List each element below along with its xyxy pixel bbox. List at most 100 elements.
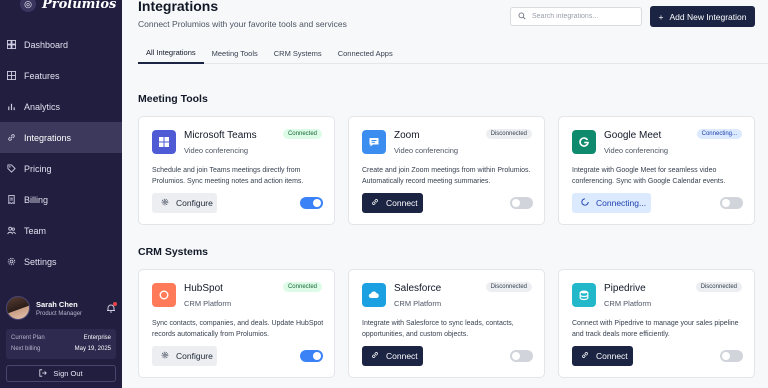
app-name: HubSpot [184, 283, 223, 294]
app-description: Create and join Zoom meetings from withi… [362, 167, 531, 185]
logo-icon: ◎ [20, 0, 36, 12]
status-badge: Disconnected [485, 282, 532, 292]
plan-label: Current Plan [11, 335, 45, 341]
configure-button[interactable]: Configure [152, 346, 217, 366]
integration-card-google-meet: Google Meet Video conferencing Connectin… [558, 116, 755, 225]
configure-label: Configure [176, 351, 213, 361]
spinner-icon [581, 198, 589, 208]
team-icon [6, 226, 16, 236]
cloud-icon [362, 283, 386, 307]
user-role: Product Manager [36, 310, 83, 317]
integration-toggle[interactable] [510, 197, 533, 209]
google-icon [572, 130, 596, 154]
integration-card-microsoft-teams: Microsoft Teams Video conferencing Conne… [138, 116, 335, 225]
app-category: CRM Platform [604, 299, 652, 308]
features-icon [6, 71, 16, 81]
nav-label: Settings [24, 256, 57, 267]
app-category: Video conferencing [394, 146, 459, 155]
sign-out-icon [39, 368, 48, 379]
bell-icon[interactable] [106, 302, 117, 313]
app-description: Connect with Pipedrive to manage your sa… [572, 320, 739, 338]
tab-meeting-tools[interactable]: Meeting Tools [204, 43, 266, 64]
integration-toggle[interactable] [720, 197, 743, 209]
nav-item-team[interactable]: Team [0, 215, 122, 246]
toggle-knob [313, 352, 321, 360]
integration-toggle[interactable] [300, 197, 323, 209]
database-icon [572, 283, 596, 307]
connect-button[interactable]: Connect [362, 193, 423, 213]
search-icon [518, 12, 526, 22]
teams-icon [152, 130, 176, 154]
integration-card-salesforce: Salesforce CRM Platform Disconnected Int… [348, 269, 545, 378]
billing-value: May 19, 2025 [74, 346, 111, 352]
nav-item-integrations[interactable]: Integrations [0, 122, 122, 153]
link-icon [6, 133, 16, 143]
nav-item-billing[interactable]: Billing [0, 184, 122, 215]
app-category: CRM Platform [184, 299, 232, 308]
integration-toggle[interactable] [720, 350, 743, 362]
nav-item-dashboard[interactable]: Dashboard [0, 29, 122, 60]
sign-out-button[interactable]: Sign Out [6, 365, 116, 382]
tab-all-integrations[interactable]: All Integrations [138, 43, 204, 64]
search-box[interactable] [510, 7, 642, 26]
link-icon [371, 198, 379, 208]
tab-crm-systems[interactable]: CRM Systems [266, 43, 330, 64]
nav-item-features[interactable]: Features [0, 60, 122, 91]
user-name: Sarah Chen [36, 299, 78, 309]
tab-connected-apps[interactable]: Connected Apps [330, 43, 401, 64]
app-name: Pipedrive [604, 283, 646, 294]
link-icon [371, 351, 379, 361]
configure-button[interactable]: Configure [152, 193, 217, 213]
gear-icon [6, 257, 16, 267]
connecting-button[interactable]: Connecting... [572, 193, 651, 213]
nav-label: Team [24, 225, 47, 236]
add-integration-button[interactable]: + Add New Integration [650, 6, 755, 27]
configure-label: Configure [176, 198, 213, 208]
toggle-knob [512, 199, 520, 207]
receipt-icon [6, 195, 16, 205]
app-name: Microsoft Teams [184, 130, 257, 141]
status-badge: Connected [282, 282, 322, 292]
sidebar-nav: Dashboard Features Analytics Integration… [0, 29, 122, 277]
connect-button[interactable]: Connect [362, 346, 423, 366]
app-description: Integrate with Salesforce to sync leads,… [362, 320, 514, 338]
app-category: Video conferencing [604, 146, 669, 155]
nav-label: Integrations [24, 132, 72, 143]
nav-item-analytics[interactable]: Analytics [0, 91, 122, 122]
app-category: Video conferencing [184, 146, 249, 155]
connect-button[interactable]: Connect [572, 346, 633, 366]
nav-label: Pricing [24, 163, 52, 174]
tabs: All Integrations Meeting Tools CRM Syste… [138, 43, 768, 64]
nav-label: Analytics [24, 101, 61, 112]
nav-label: Billing [24, 194, 49, 205]
app-description: Sync contacts, companies, and deals. Upd… [152, 320, 324, 338]
user-card: Sarah Chen Product Manager Current Plan … [6, 296, 117, 382]
chat-icon [362, 130, 386, 154]
connecting-label: Connecting... [596, 198, 647, 208]
status-badge: Connected [282, 129, 322, 139]
brand-name: Prolumios [42, 0, 117, 12]
avatar[interactable] [6, 296, 30, 320]
plan-box: Current Plan Enterprise Next billing May… [6, 329, 116, 359]
integration-toggle[interactable] [510, 350, 533, 362]
sign-out-label: Sign Out [53, 369, 83, 378]
search-input[interactable] [532, 13, 632, 20]
nav-item-pricing[interactable]: Pricing [0, 153, 122, 184]
connect-label: Connect [386, 198, 418, 208]
tag-icon [6, 164, 16, 174]
app-description: Integrate with Google Meet for seamless … [572, 167, 726, 185]
integration-toggle[interactable] [300, 350, 323, 362]
sidebar: ◎ Prolumios Dashboard Features Analytics… [0, 0, 122, 388]
toggle-knob [722, 352, 730, 360]
integration-card-pipedrive: Pipedrive CRM Platform Disconnected Conn… [558, 269, 755, 378]
status-badge: Connecting... [696, 129, 742, 139]
gear-icon [161, 351, 169, 361]
main-content: Integrations Connect Prolumios with your… [122, 0, 768, 388]
nav-item-settings[interactable]: Settings [0, 246, 122, 277]
hubspot-icon [152, 283, 176, 307]
status-badge: Disconnected [485, 129, 532, 139]
brand[interactable]: ◎ Prolumios [20, 0, 116, 12]
toggle-knob [313, 199, 321, 207]
toggle-knob [512, 352, 520, 360]
nav-label: Dashboard [24, 39, 69, 50]
